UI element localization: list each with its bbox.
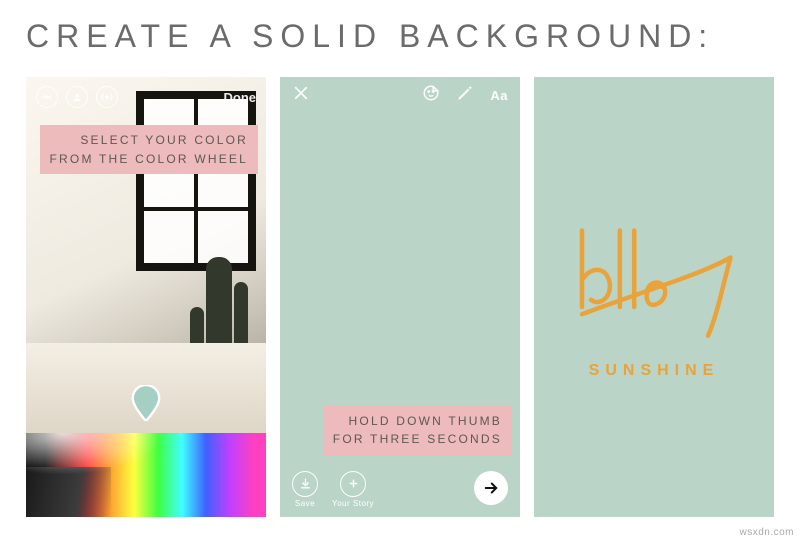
editor-top-toolbar: Aa xyxy=(280,77,520,113)
arrow-right-icon xyxy=(482,479,500,497)
window-decor xyxy=(136,91,256,271)
done-button[interactable]: Done xyxy=(224,90,257,105)
plus-icon xyxy=(340,471,366,497)
person-icon[interactable] xyxy=(66,86,88,108)
your-story-button[interactable]: Your Story xyxy=(332,471,374,508)
download-icon xyxy=(292,471,318,497)
draw-icon[interactable] xyxy=(456,84,474,107)
spectrum-shadow xyxy=(26,467,111,517)
save-button[interactable]: Save xyxy=(292,471,318,508)
color-spectrum[interactable] xyxy=(26,433,266,517)
phones-row: Done SELECT YOUR COLOR FROM THE COLOR WH… xyxy=(26,77,774,517)
watermark: wsxdn.com xyxy=(739,527,794,538)
callout-line: HOLD DOWN THUMB xyxy=(349,414,502,428)
callout-line: SELECT YOUR COLOR xyxy=(80,133,248,147)
phone-step-1: Done SELECT YOUR COLOR FROM THE COLOR WH… xyxy=(26,77,266,517)
phone-step-2: Aa HOLD DOWN THUMB FOR THREE SECONDS Sav… xyxy=(280,77,520,517)
story-top-toolbar: Done xyxy=(26,77,266,117)
callout-select-color: SELECT YOUR COLOR FROM THE COLOR WHEEL xyxy=(40,125,258,174)
your-story-label: Your Story xyxy=(332,499,374,508)
live-icon[interactable] xyxy=(36,86,58,108)
callout-hold-thumb: HOLD DOWN THUMB FOR THREE SECONDS xyxy=(323,406,512,455)
callout-line: FROM THE COLOR WHEEL xyxy=(50,152,248,166)
save-label: Save xyxy=(295,499,315,508)
callout-line: FOR THREE SECONDS xyxy=(333,432,502,446)
editor-bottom-bar: Save Your Story xyxy=(280,461,520,517)
sunshine-text: SUNSHINE xyxy=(589,362,720,380)
page-title: CREATE A SOLID BACKGROUND: xyxy=(26,18,774,55)
send-to-button[interactable] xyxy=(474,471,508,505)
close-icon[interactable] xyxy=(292,84,310,107)
broadcast-icon[interactable] xyxy=(96,86,118,108)
phone-step-3: SUNSHINE xyxy=(534,77,774,517)
color-preview-pin[interactable] xyxy=(131,385,161,421)
sticker-icon[interactable] xyxy=(422,84,440,107)
hello-script-art xyxy=(564,215,744,350)
text-tool-button[interactable]: Aa xyxy=(490,88,508,103)
